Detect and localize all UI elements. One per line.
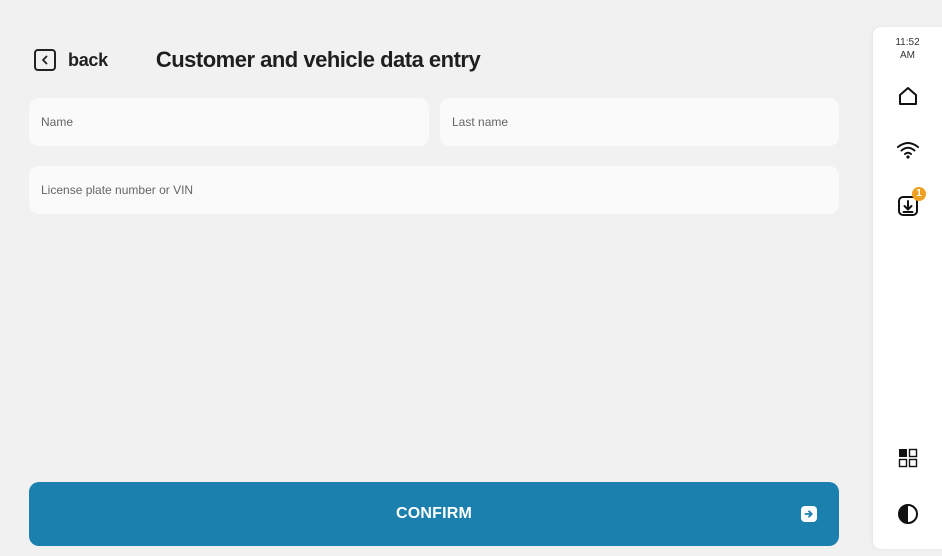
status-sidebar: 11:52 AM 1 (873, 27, 942, 549)
back-label: back (68, 49, 108, 70)
header: back Customer and vehicle data entry (34, 40, 481, 80)
last-name-field[interactable] (440, 98, 839, 146)
back-button[interactable]: back (34, 49, 108, 71)
notification-badge: 1 (912, 187, 926, 201)
name-field[interactable] (29, 98, 429, 146)
page-title: Customer and vehicle data entry (155, 47, 481, 72)
wifi-icon[interactable] (895, 137, 921, 163)
confirm-label: CONFIRM (395, 505, 473, 522)
clock-ampm: AM (900, 50, 915, 61)
download-icon[interactable]: 1 (895, 187, 926, 219)
confirm-button[interactable]: CONFIRM (29, 482, 839, 546)
arrow-right-icon (801, 506, 817, 522)
screen: back Customer and vehicle data entry CON… (0, 0, 942, 556)
clock: 11:52 AM (873, 36, 942, 62)
license-plate-field[interactable] (29, 166, 839, 214)
home-icon[interactable] (895, 83, 921, 109)
chevron-left-icon (34, 49, 56, 71)
clock-time: 11:52 (895, 37, 920, 48)
apps-grid-icon[interactable] (895, 445, 921, 471)
contrast-icon[interactable] (895, 501, 921, 527)
